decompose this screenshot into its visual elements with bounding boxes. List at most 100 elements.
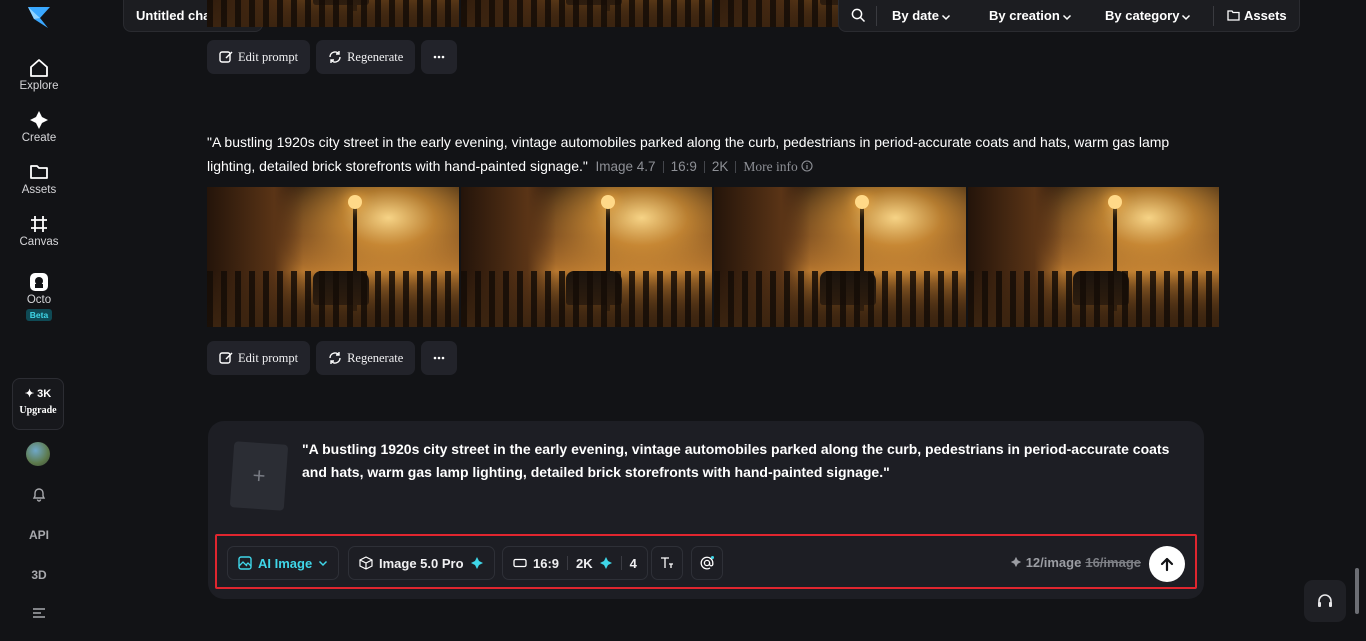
avatar[interactable] (26, 442, 50, 466)
model-label: Image 4.7 (595, 159, 656, 174)
price-value: 12/image (1025, 555, 1082, 570)
refresh-icon (329, 51, 341, 63)
menu-button[interactable] (0, 606, 78, 623)
more-options-button[interactable] (421, 40, 458, 74)
mode-label: AI Image (258, 555, 313, 571)
chevron-down-icon (1182, 14, 1191, 20)
more-info-label: More info (743, 159, 798, 174)
filter-label: By category (1105, 8, 1180, 23)
ratio-label: 16:9 (670, 159, 697, 174)
sparkle-icon (1010, 556, 1021, 568)
arrow-up-icon (1160, 557, 1174, 572)
resolution-value: 2K (576, 555, 593, 571)
divider (567, 556, 569, 570)
more-info-link[interactable]: More info (743, 159, 813, 174)
app-logo-icon[interactable] (26, 4, 52, 30)
generated-image[interactable] (207, 0, 459, 27)
filter-label: By creation (989, 8, 1060, 23)
generated-image[interactable] (460, 0, 712, 27)
filter-by-category[interactable]: By category (1105, 8, 1191, 23)
edit-prompt-button[interactable]: Edit prompt (207, 341, 311, 375)
plus-icon: + (251, 462, 267, 489)
sidebar-item-create[interactable]: Create (0, 109, 78, 144)
divider (876, 6, 877, 26)
send-button[interactable] (1149, 546, 1185, 582)
refresh-icon (329, 352, 341, 364)
scrollbar[interactable] (1355, 568, 1359, 614)
model-select[interactable]: Image 5.0 Pro (348, 546, 495, 580)
beta-badge: Beta (25, 309, 53, 321)
divider (620, 556, 622, 570)
divider (703, 161, 705, 174)
chat-title[interactable]: Untitled chat (136, 8, 215, 23)
sidebar-item-octo[interactable]: Octo Beta (0, 271, 78, 321)
bell-icon (32, 488, 46, 502)
resolution-label: 2K (711, 159, 729, 174)
more-options-button[interactable] (421, 341, 458, 375)
more-horizontal-icon (433, 55, 445, 59)
divider (1213, 6, 1214, 26)
text-style-button[interactable] (651, 546, 683, 580)
price-info: 12/image 16/image (1010, 555, 1141, 570)
filter-by-date[interactable]: By date (892, 8, 951, 23)
more-horizontal-icon (433, 356, 445, 360)
regenerate-button[interactable]: Regenerate (316, 40, 416, 74)
chevron-down-icon (319, 560, 328, 567)
sidebar-item-label: Create (21, 132, 57, 144)
chevron-down-icon (941, 14, 950, 20)
aspect-ratio-icon (513, 558, 527, 568)
support-button[interactable] (1304, 580, 1346, 622)
credits-count: ✦ 3K (24, 388, 52, 400)
divider (735, 161, 737, 174)
add-reference-image-button[interactable]: + (229, 441, 289, 511)
sidebar-item-label: Explore (19, 80, 59, 92)
filter-label: By date (892, 8, 939, 23)
assets-button[interactable]: Assets (1227, 8, 1287, 23)
generated-image[interactable] (714, 187, 966, 327)
old-price-value: 16/image (1085, 555, 1141, 570)
search-icon[interactable] (851, 8, 866, 23)
edit-prompt-button[interactable]: Edit prompt (207, 40, 311, 74)
sidebar-item-label: Canvas (19, 236, 59, 248)
3d-link[interactable]: 3D (0, 568, 78, 582)
sidebar-item-label: Assets (21, 184, 57, 196)
folder-icon (30, 165, 48, 179)
api-link[interactable]: API (0, 528, 78, 542)
image-actions: Edit prompt Regenerate (207, 40, 458, 74)
home-icon (30, 59, 48, 77)
image-icon (238, 556, 252, 570)
divider (662, 161, 664, 174)
folder-icon (1227, 10, 1240, 21)
notifications-button[interactable] (0, 486, 78, 505)
edit-icon (219, 51, 233, 63)
filter-bar: By date By creation By category Assets (838, 0, 1300, 32)
generated-image[interactable] (967, 187, 1219, 327)
regenerate-label: Regenerate (347, 350, 404, 365)
sidebar-item-label: Octo (26, 294, 52, 306)
prompt-input[interactable]: "A bustling 1920s city street in the ear… (302, 438, 1188, 484)
octo-icon (30, 273, 48, 291)
filter-by-creation[interactable]: By creation (989, 8, 1072, 23)
mention-button[interactable] (691, 546, 723, 580)
upgrade-label: Upgrade (19, 405, 57, 416)
ratio-value: 16:9 (533, 555, 560, 571)
sparkle-icon (599, 557, 612, 569)
image-actions: Edit prompt Regenerate (207, 341, 458, 375)
output-settings[interactable]: 16:9 2K 4 (502, 546, 648, 580)
cube-icon (359, 556, 373, 570)
composer-toolbar: AI Image Image 5.0 Pro 16:9 2K 4 12/imag… (215, 534, 1197, 589)
sidebar-item-canvas[interactable]: Canvas (0, 213, 78, 248)
upgrade-button[interactable]: ✦ 3K Upgrade (12, 378, 64, 430)
sidebar-item-explore[interactable]: Explore (0, 57, 78, 92)
regenerate-button[interactable]: Regenerate (316, 341, 416, 375)
generated-image[interactable] (207, 187, 459, 327)
edit-icon (219, 352, 233, 364)
sidebar-item-assets[interactable]: Assets (0, 161, 78, 196)
at-sign-icon (700, 556, 714, 570)
mode-select[interactable]: AI Image (227, 546, 340, 580)
model-label: Image 5.0 Pro (379, 555, 464, 571)
chevron-down-icon (1062, 14, 1071, 20)
generated-image[interactable] (460, 187, 712, 327)
canvas-icon (31, 216, 47, 232)
text-format-icon (661, 557, 673, 568)
